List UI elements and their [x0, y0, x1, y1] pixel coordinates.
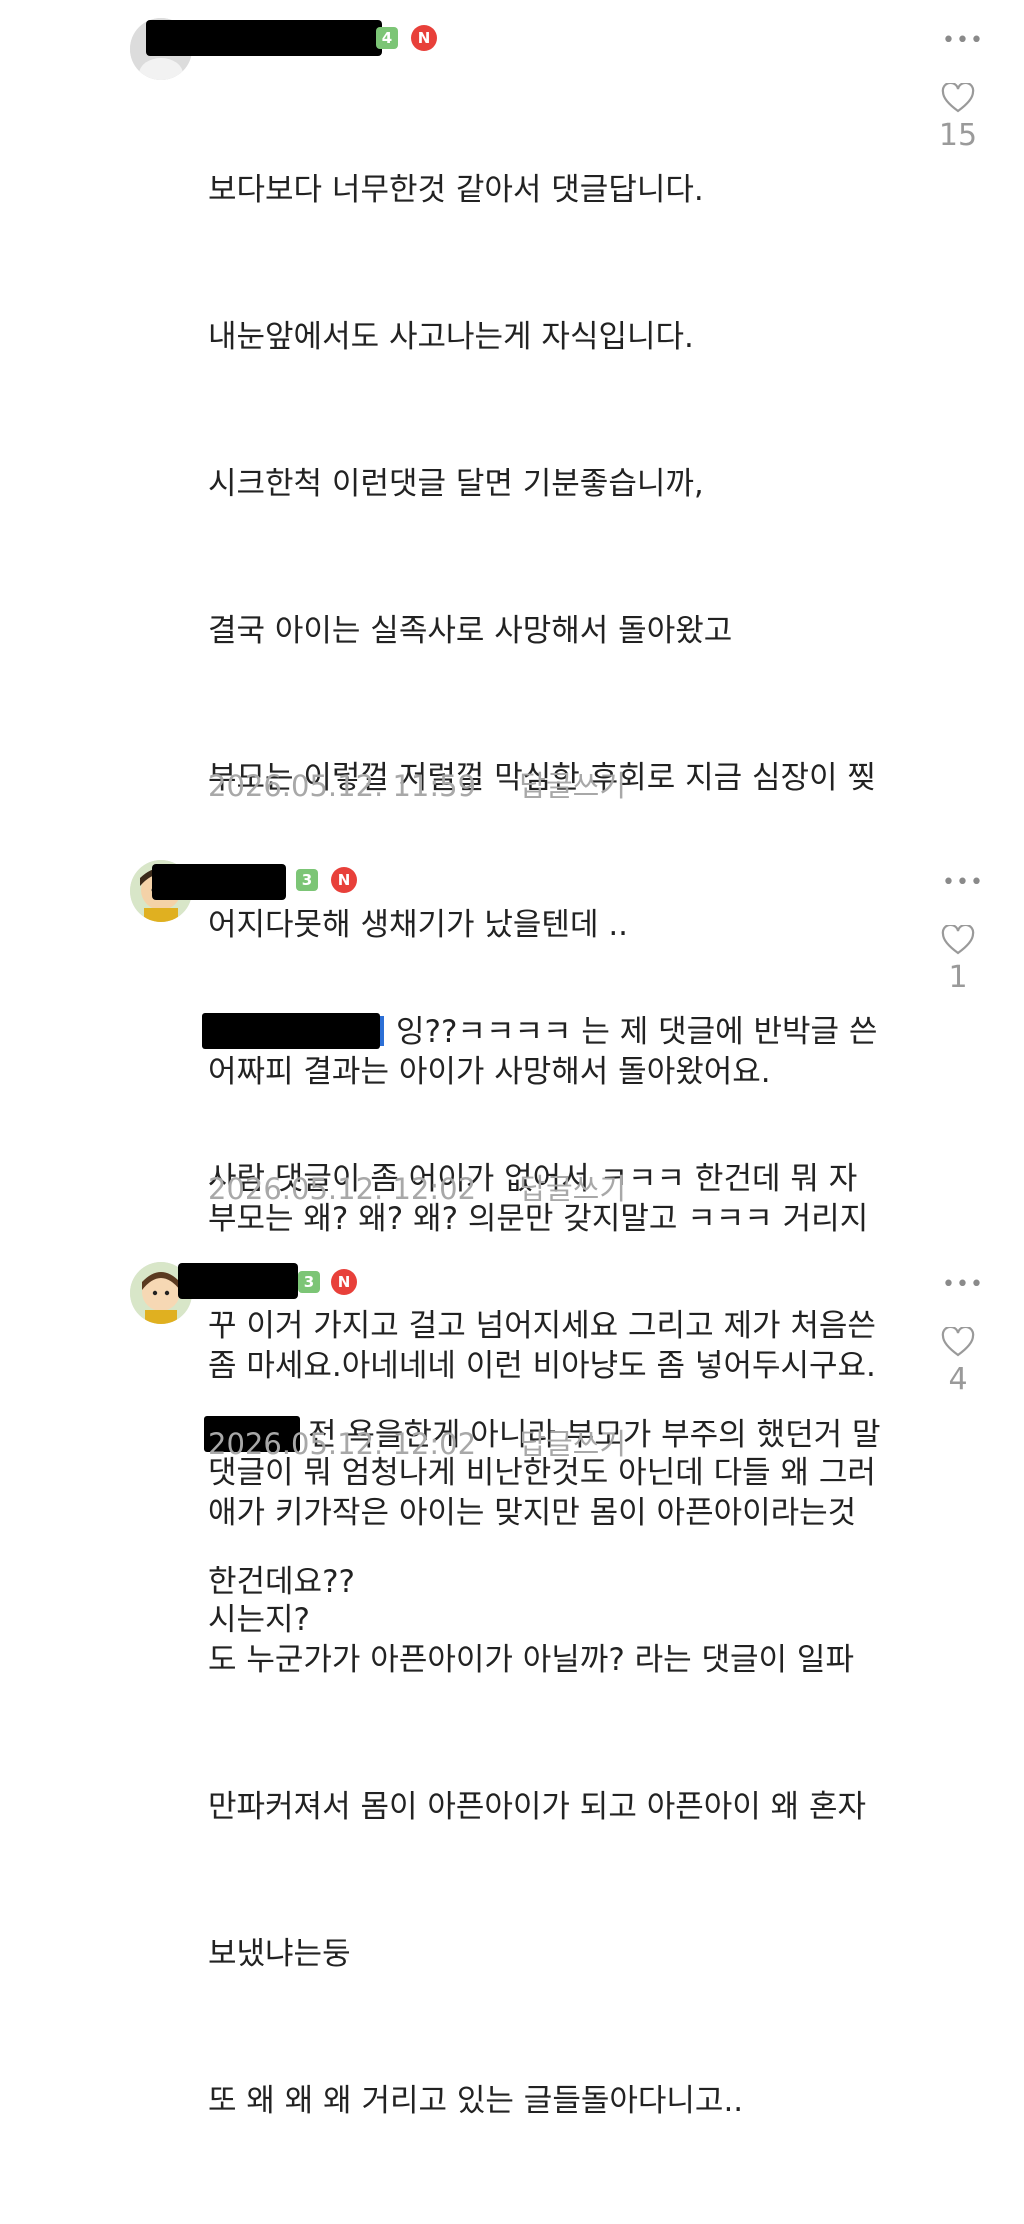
level-badge: 3 [298, 1271, 320, 1293]
reply-button[interactable]: 답글쓰기 [519, 1427, 626, 1461]
comment-line: 또 왜 왜 왜 거리고 있는 글들돌아다니고.. [208, 2083, 744, 2119]
comment-line: 잉??ㅋㅋㅋㅋ 는 제 댓글에 반박글 쓴 [202, 1008, 908, 1057]
like-count: 15 [938, 118, 978, 153]
timestamp: 2026.05.12. 11:59 [208, 769, 477, 803]
redacted-mention [202, 1012, 380, 1049]
more-options-icon[interactable]: ••• [942, 1274, 983, 1296]
timestamp: 2026.05.12. 12:02 [208, 1172, 477, 1206]
comment-line: 보냈냐는둥 [208, 1936, 351, 1972]
comment-line: 결국 아이는 실족사로 사망해서 돌아왔고 [208, 613, 733, 649]
redacted-username [146, 20, 382, 56]
comment-first-line: 잉??ㅋㅋㅋㅋ 는 제 댓글에 반박글 쓴 [396, 1014, 878, 1050]
redacted-username [152, 864, 286, 900]
comment-meta: 2026.05.12. 12:02 답글쓰기 [208, 1421, 626, 1463]
level-badge: 3 [296, 869, 318, 891]
new-badge: N [331, 867, 357, 893]
comment-meta: 2026.05.12. 12:02 답글쓰기 [208, 1166, 626, 1208]
heart-outline-icon[interactable] [941, 925, 975, 955]
reply-button[interactable]: 답글쓰기 [519, 769, 626, 803]
comment-line: 시크한척 이런댓글 달면 기분좋습니까, [208, 466, 704, 502]
redacted-username [178, 1263, 298, 1299]
timestamp: 2026.05.12. 12:02 [208, 1427, 477, 1461]
comment-line: 내눈앞에서도 사고나는게 자식입니다. [208, 319, 694, 355]
mention-marker [380, 1015, 384, 1046]
new-badge: N [411, 25, 437, 51]
new-badge: N [331, 1269, 357, 1295]
comment-line: 한건데요?? [208, 1564, 355, 1600]
like-count: 4 [948, 1362, 968, 1397]
more-options-icon[interactable]: ••• [942, 872, 983, 894]
heart-outline-icon[interactable] [941, 1327, 975, 1357]
comment-meta: 2026.05.12. 11:59 답글쓰기 [208, 763, 626, 805]
level-badge: 4 [376, 27, 398, 49]
comment-line: 보다보다 너무한것 같아서 댓글답니다. [208, 172, 704, 208]
like-count: 1 [948, 960, 968, 995]
comment-line: 만파커져서 몸이 아픈아이가 되고 아픈아이 왜 혼자 [208, 1789, 867, 1825]
comment-text: 전 욕을한게 아니라 부모가 부주의 했던거 말 한건데요?? [204, 1313, 908, 1705]
more-options-icon[interactable]: ••• [942, 30, 983, 52]
heart-outline-icon[interactable] [941, 83, 975, 113]
reply-button[interactable]: 답글쓰기 [519, 1172, 626, 1206]
